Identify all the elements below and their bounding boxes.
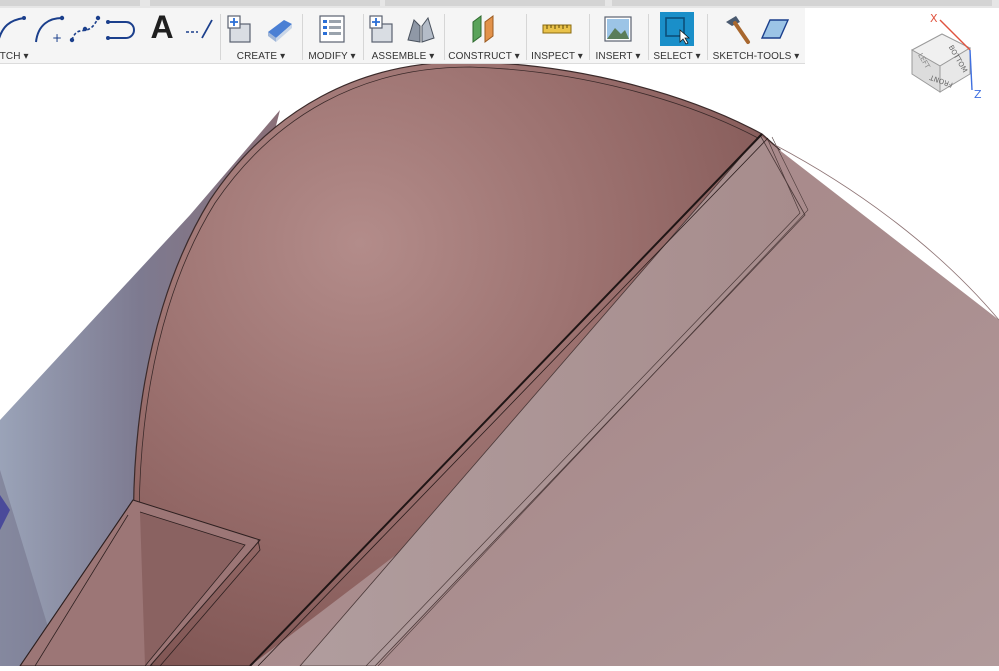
modify-menu-label[interactable]: MODIFY ▾ xyxy=(303,51,361,62)
insert-image-icon[interactable] xyxy=(601,12,635,46)
canvas-viewport[interactable] xyxy=(0,0,999,667)
measure-icon[interactable] xyxy=(540,12,574,46)
sketch-tools-menu-label[interactable]: SKETCH-TOOLS ▾ xyxy=(708,51,804,62)
window-tab[interactable] xyxy=(385,0,605,6)
select-group[interactable]: SELECT ▾ xyxy=(649,8,705,63)
svg-text:+: + xyxy=(52,31,62,45)
viewcube[interactable]: BOTTOM FRONT LEFT X Z xyxy=(900,10,995,105)
assemble-group[interactable]: ASSEMBLE ▾ xyxy=(364,8,442,63)
window-tab[interactable] xyxy=(150,0,380,6)
new-component-icon[interactable] xyxy=(224,12,258,46)
inspect-menu-label[interactable]: INSPECT ▾ xyxy=(527,51,587,62)
window-select-icon[interactable] xyxy=(660,12,694,46)
sketch-tools-group[interactable]: SKETCH-TOOLS ▾ xyxy=(708,8,804,63)
joint-icon[interactable] xyxy=(404,12,438,46)
fit-point-spline-icon[interactable] xyxy=(68,12,102,46)
arc-icon[interactable] xyxy=(0,12,28,46)
parameters-icon[interactable] xyxy=(315,12,349,46)
z-axis-label: Z xyxy=(974,88,982,101)
select-menu-label[interactable]: SELECT ▾ xyxy=(649,51,705,62)
create-group[interactable]: CREATE ▾ xyxy=(222,8,300,63)
assemble-menu-label[interactable]: ASSEMBLE ▾ xyxy=(364,51,442,62)
hammer-icon[interactable] xyxy=(720,12,754,46)
z-axis-line xyxy=(969,49,973,91)
inspect-group[interactable]: INSPECT ▾ xyxy=(527,8,587,63)
spline-icon[interactable]: + xyxy=(32,12,66,46)
sketch-menu-label[interactable]: SKETCH ▾ xyxy=(0,51,34,62)
window-tab[interactable] xyxy=(612,0,992,6)
offset-plane-icon[interactable] xyxy=(467,12,501,46)
window-tab[interactable] xyxy=(0,0,140,6)
create-menu-label[interactable]: CREATE ▾ xyxy=(222,51,300,62)
x-axis-label: X xyxy=(930,12,938,25)
separator xyxy=(220,14,221,60)
model-body[interactable] xyxy=(0,0,999,667)
insert-group[interactable]: INSERT ▾ xyxy=(590,8,646,63)
dimension-icon[interactable] xyxy=(182,12,216,46)
sketch-plane-icon[interactable] xyxy=(758,12,792,46)
insert-menu-label[interactable]: INSERT ▾ xyxy=(590,51,646,62)
construct-group[interactable]: CONSTRUCT ▾ xyxy=(445,8,523,63)
window-tab-strip xyxy=(0,0,999,8)
modify-group[interactable]: MODIFY ▾ xyxy=(303,8,361,63)
construct-menu-label[interactable]: CONSTRUCT ▾ xyxy=(445,51,523,62)
text-icon[interactable]: A xyxy=(145,10,179,44)
new-component-icon[interactable] xyxy=(366,12,400,46)
slot-icon[interactable] xyxy=(104,12,138,46)
sketch-group[interactable]: + A SKETCH ▾ xyxy=(0,8,215,63)
main-toolbar: + A SKETCH ▾ CR xyxy=(0,8,805,64)
extrude-icon[interactable] xyxy=(262,12,296,46)
